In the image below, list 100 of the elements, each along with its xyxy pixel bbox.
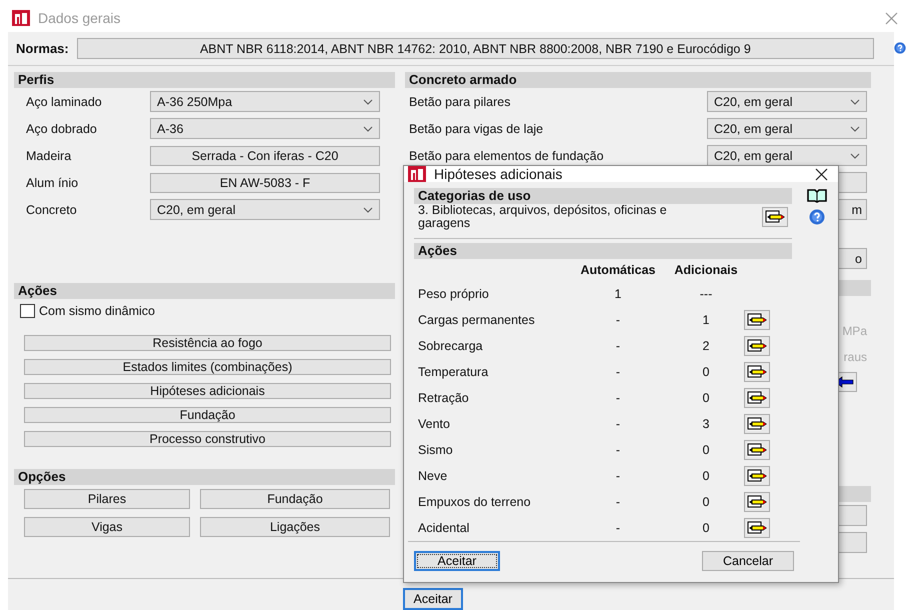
app-logo-icon: [12, 10, 30, 26]
edit-button[interactable]: [762, 207, 788, 227]
dropdown[interactable]: C20, em geral: [707, 145, 867, 166]
option-button[interactable]: Ligações: [200, 517, 390, 537]
unit-text: MPa: [842, 324, 867, 338]
field-label: Aço laminado: [26, 94, 103, 108]
field-label: Betão para elementos de fundação: [409, 148, 605, 162]
edit-button[interactable]: [744, 362, 770, 382]
extra-count: 0: [702, 521, 710, 535]
extra-count: 1: [702, 313, 710, 327]
action-name: Vento: [418, 417, 451, 431]
auto-count: -: [614, 521, 622, 535]
option-button[interactable]: Vigas: [24, 517, 190, 537]
column-header: Automáticas: [579, 263, 657, 277]
book-icon[interactable]: [807, 188, 827, 203]
material-button[interactable]: EN AW-5083 - F: [150, 172, 380, 192]
auto-count: -: [614, 391, 622, 405]
chevron-down-icon: [363, 98, 373, 104]
edit-button[interactable]: [744, 414, 770, 434]
action-name: Empuxos do terreno: [418, 495, 532, 509]
action-name: Sismo: [418, 443, 454, 457]
window-title: Dados gerais: [38, 10, 122, 26]
chevron-down-icon: [850, 98, 860, 104]
section-header: Concreto armado: [405, 72, 871, 88]
pencil-icon: [747, 521, 767, 535]
action-name: Retração: [418, 391, 470, 405]
pencil-icon: [747, 469, 767, 483]
chevron-down-icon: [363, 126, 373, 132]
chevron-down-icon: [850, 152, 860, 158]
extra-count: 0: [702, 469, 710, 483]
chevron-down-icon: [850, 126, 860, 132]
accept-button[interactable]: Aceitar: [403, 588, 463, 610]
auto-count: -: [614, 443, 622, 457]
edit-button[interactable]: [744, 466, 770, 486]
extra-count: 3: [702, 417, 710, 431]
close-icon[interactable]: [815, 168, 828, 180]
field-label: Alum ínio: [26, 176, 80, 190]
option-button[interactable]: Pilares: [24, 489, 190, 509]
field-label: Concreto: [26, 202, 78, 216]
section-header: Opções: [14, 469, 395, 485]
dropdown[interactable]: C20, em geral: [150, 199, 380, 220]
pencil-icon: [747, 417, 767, 431]
extra-count: 2: [702, 339, 710, 353]
edit-button[interactable]: [744, 310, 770, 330]
dropdown[interactable]: A-36 250Mpa: [150, 91, 380, 112]
pencil-icon: [747, 443, 767, 457]
extra-count: 0: [702, 391, 710, 405]
action-name: Neve: [418, 469, 448, 483]
section-header: Perfis: [14, 72, 395, 88]
pencil-icon: [747, 313, 767, 327]
extra-count: ---: [698, 287, 714, 301]
edit-button[interactable]: [744, 440, 770, 460]
material-button[interactable]: Serrada - Con iferas - C20: [150, 146, 380, 166]
field-label: Betão para pilares: [409, 94, 512, 108]
dropdown[interactable]: C20, em geral: [707, 118, 867, 139]
dropdown[interactable]: A-36: [150, 118, 380, 139]
action-button[interactable]: Estados limites (combinações): [24, 359, 391, 375]
extra-count: 0: [702, 443, 710, 457]
auto-count: -: [614, 365, 622, 379]
action-name: Cargas permanentes: [418, 313, 536, 327]
field-label: Aço dobrado: [26, 122, 98, 136]
chevron-down-icon: [363, 206, 373, 212]
action-button[interactable]: Processo construtivo: [24, 431, 391, 447]
action-name: Acidental: [418, 521, 470, 535]
edit-button[interactable]: [744, 518, 770, 538]
auto-count: -: [614, 339, 622, 353]
extra-count: 0: [702, 365, 710, 379]
normas-field[interactable]: ABNT NBR 6118:2014, ABNT NBR 14762: 2010, ABNT NBR 8800:2008, NBR 7190 e Eurocódigo 9: [76, 38, 874, 59]
dropdown[interactable]: C20, em geral: [707, 91, 867, 112]
extra-count: 0: [702, 495, 710, 509]
edit-button[interactable]: [744, 492, 770, 512]
checkbox[interactable]: [20, 304, 35, 318]
edit-button[interactable]: [744, 336, 770, 356]
field-label: Madeira: [26, 148, 72, 162]
normas-label: Normas:: [16, 41, 69, 56]
pencil-icon: [747, 495, 767, 509]
accept-button[interactable]: Aceitar: [414, 551, 500, 571]
category-text: 3. Bibliotecas, arquivos, depósitos, oficinas e garagens: [418, 204, 668, 230]
action-button[interactable]: Hipóteses adicionais: [24, 383, 391, 399]
action-name: Sobrecarga: [418, 339, 484, 353]
section-header: Categorias de uso: [414, 188, 792, 204]
option-button[interactable]: Fundação: [200, 489, 390, 509]
action-button[interactable]: Resistência ao fogo: [24, 335, 391, 351]
help-icon[interactable]: [894, 40, 906, 56]
checkbox-label: Com sismo dinâmico: [39, 304, 156, 318]
action-button[interactable]: Fundação: [24, 407, 391, 423]
unit-text: raus: [844, 350, 867, 364]
action-name: Peso próprio: [418, 287, 490, 301]
help-icon[interactable]: [809, 209, 825, 225]
section-header: Ações: [14, 283, 395, 299]
pencil-icon: [747, 365, 767, 379]
cancel-button[interactable]: Cancelar: [702, 551, 794, 571]
auto-count: 1: [614, 287, 622, 301]
dialog-title: Hipóteses adicionais: [434, 166, 564, 182]
pencil-icon: [747, 339, 767, 353]
auto-count: -: [614, 469, 622, 483]
field-label: Betão para vigas de laje: [409, 122, 544, 136]
auto-count: -: [614, 417, 622, 431]
edit-button[interactable]: [744, 388, 770, 408]
column-header: Adicionais: [673, 263, 739, 277]
